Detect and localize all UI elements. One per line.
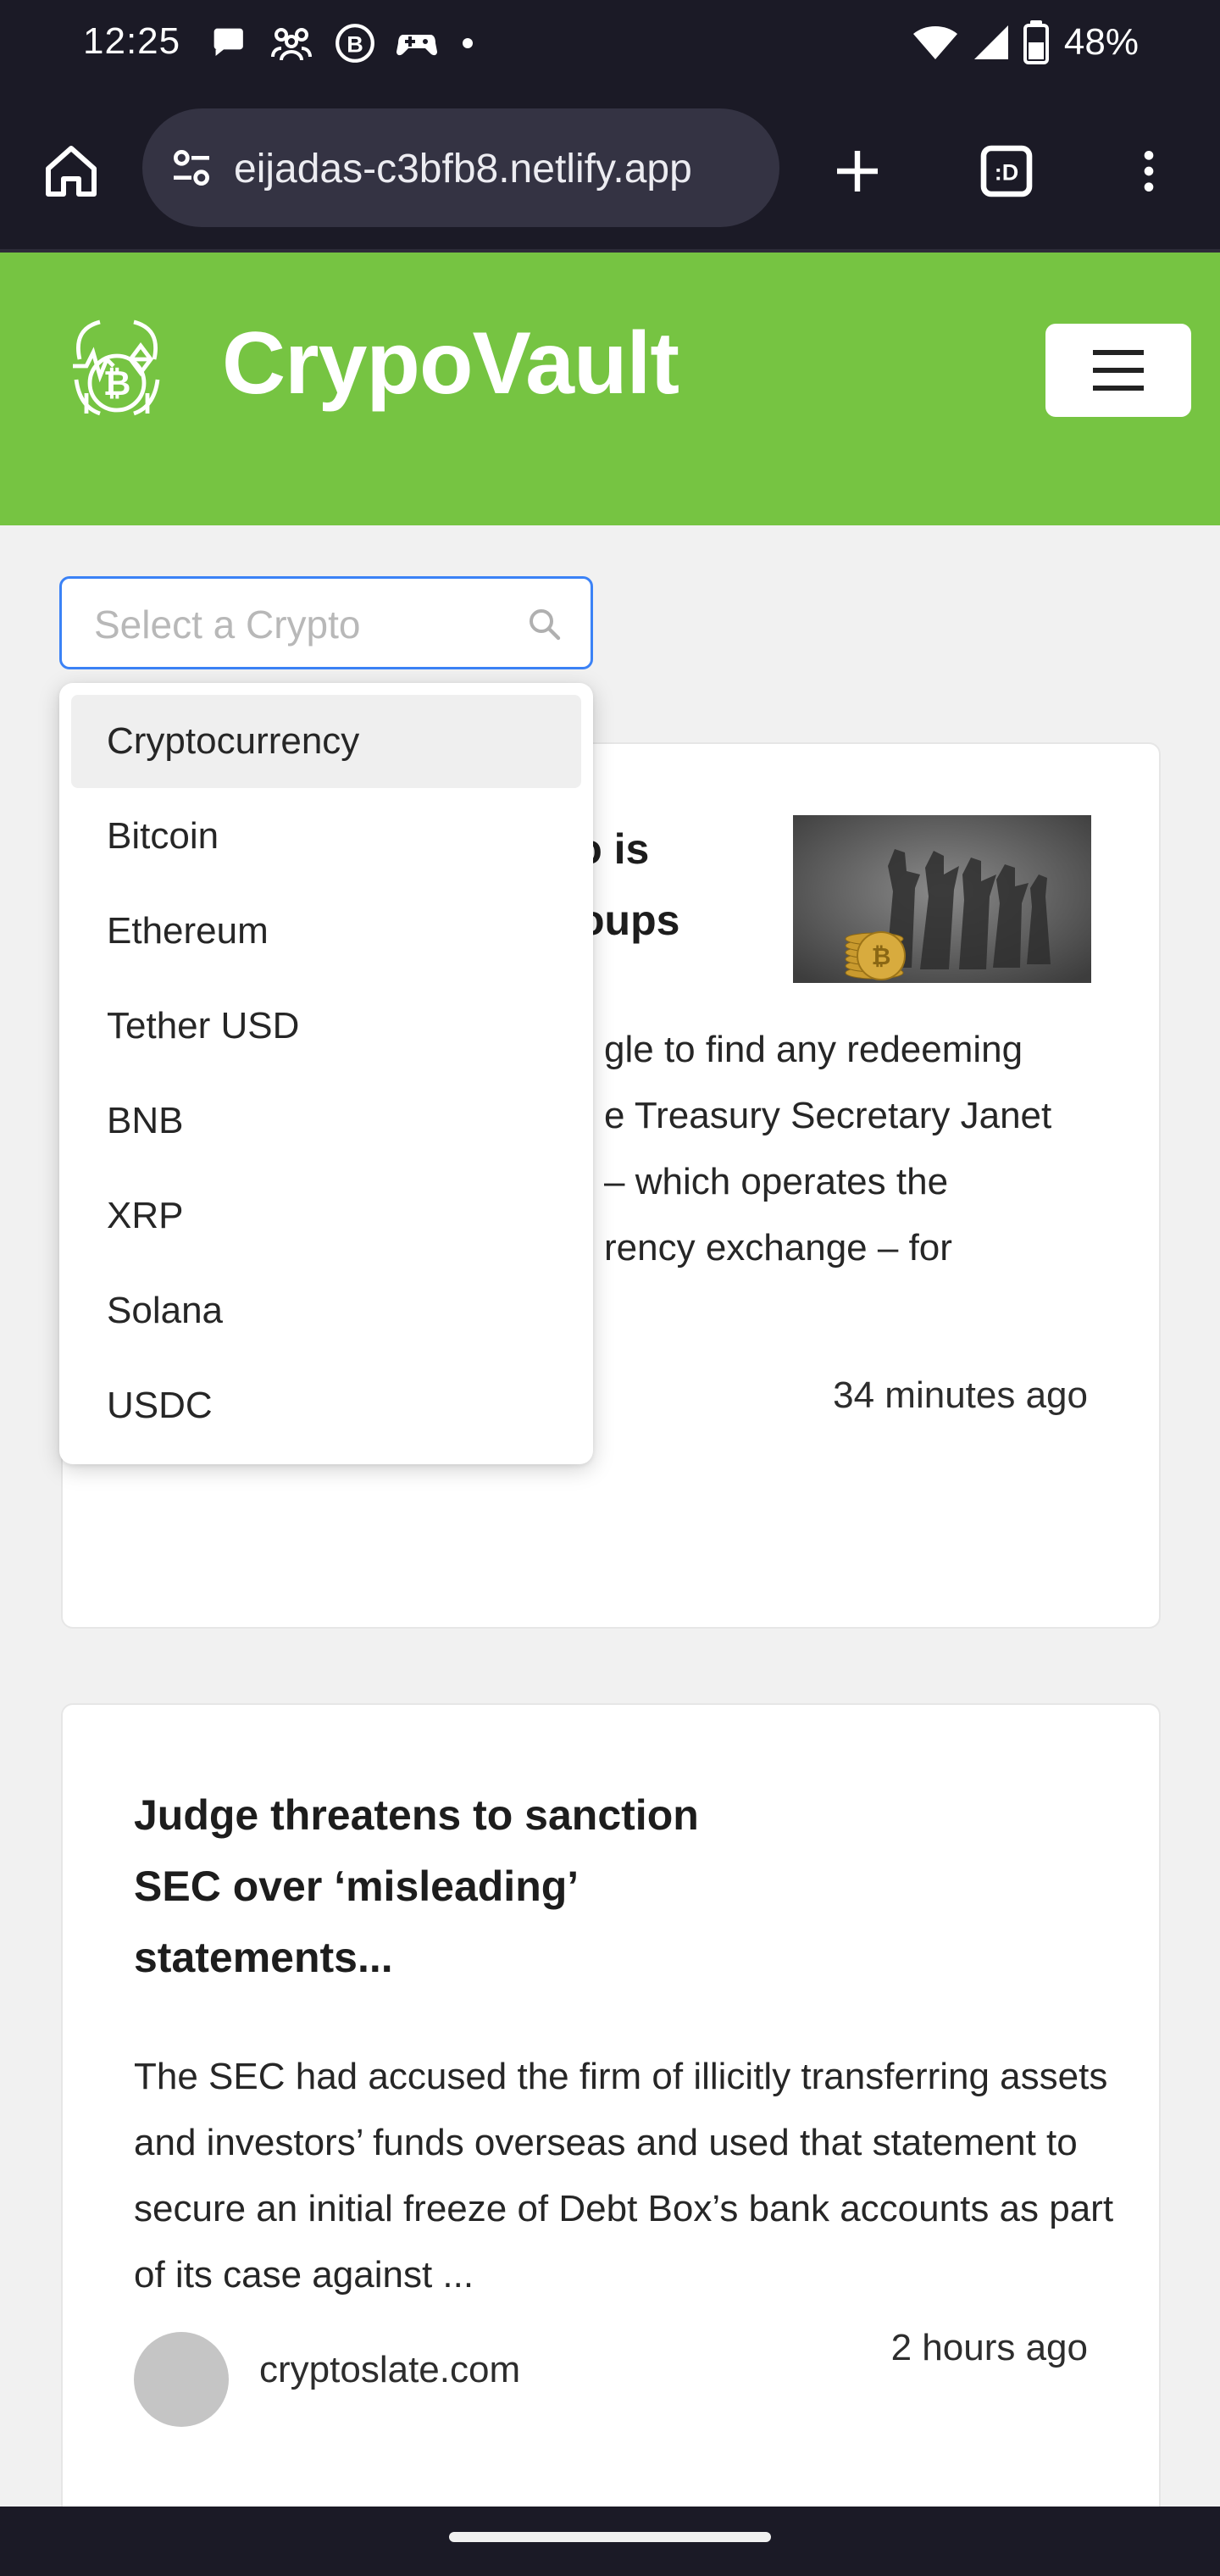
dropdown-item-bitcoin[interactable]: Bitcoin (71, 790, 581, 883)
wifi-icon (912, 26, 957, 59)
tabs-icon: :D (980, 145, 1033, 197)
game-controller-icon (396, 35, 437, 56)
news-card[interactable]: Judge threatens to sanction SEC over ‘mi… (61, 1703, 1161, 2576)
tab-switcher-button[interactable]: :D (966, 130, 1047, 212)
article-time: 2 hours ago (890, 2327, 1088, 2368)
article-excerpt: The SEC had accused the firm of illicitl… (134, 2056, 1114, 2296)
article-thumbnail[interactable]: ₿ (793, 815, 1091, 983)
article-time: 34 minutes ago (833, 1374, 1088, 1416)
tab-count-label: :D (995, 160, 1019, 186)
people-group-icon (271, 28, 312, 61)
home-button[interactable] (30, 130, 112, 212)
source-name[interactable]: cryptoslate.com (259, 2349, 520, 2391)
new-tab-button[interactable] (817, 130, 898, 212)
crypto-select[interactable] (59, 576, 593, 669)
svg-text:B: B (347, 31, 363, 57)
signal-icon (973, 25, 1008, 59)
status-time: 12:25 (83, 20, 181, 62)
dropdown-item-xrp[interactable]: XRP (71, 1169, 581, 1263)
notification-icons: B (208, 22, 478, 64)
dropdown-item-ethereum[interactable]: Ethereum (71, 885, 581, 978)
svg-text:₿: ₿ (872, 943, 891, 969)
site-settings-button[interactable] (164, 141, 219, 195)
dot-icon (463, 38, 473, 48)
gesture-handle[interactable] (449, 2532, 771, 2542)
crypto-search-input[interactable] (94, 601, 501, 648)
bold-b-icon: B (336, 24, 374, 63)
crypto-dropdown: Cryptocurrency Bitcoin Ethereum Tether U… (59, 683, 593, 1464)
dropdown-item-usdc[interactable]: USDC (71, 1359, 581, 1452)
tune-icon (174, 150, 210, 186)
hamburger-icon (1093, 350, 1144, 391)
battery-icon (1023, 20, 1049, 64)
site-header: ₿ CrypoVault (0, 253, 1220, 525)
dropdown-item-tether-usd[interactable]: Tether USD (71, 980, 581, 1073)
system-icons: 48% (912, 19, 1139, 66)
battery-percent: 48% (1063, 21, 1139, 63)
svg-text:₿: ₿ (103, 365, 131, 402)
brand-name[interactable]: CrypoVault (222, 314, 679, 414)
address-bar[interactable]: eijadas-c3bfb8.netlify.app (142, 108, 779, 227)
dropdown-item-bnb[interactable]: BNB (71, 1074, 581, 1168)
home-icon (46, 146, 97, 197)
url-text[interactable]: eijadas-c3bfb8.netlify.app (234, 146, 759, 192)
plus-icon (837, 151, 878, 192)
source-avatar (134, 2332, 229, 2427)
status-bar: 12:25 B 48% (0, 0, 1220, 92)
dropdown-item-cryptocurrency[interactable]: Cryptocurrency (71, 695, 581, 788)
search-icon (530, 609, 561, 641)
dropdown-item-solana[interactable]: Solana (71, 1264, 581, 1357)
gesture-nav-area (0, 2507, 1220, 2576)
nav-toggle-button[interactable] (1045, 324, 1191, 417)
brand-logo-icon[interactable]: ₿ (56, 308, 178, 430)
article-title[interactable]: Judge threatens to sanction SEC over ‘mi… (134, 1779, 778, 1993)
chat-bubble-icon (214, 28, 243, 56)
browser-toolbar: eijadas-c3bfb8.netlify.app :D (0, 92, 1220, 251)
browser-menu-button[interactable] (1108, 130, 1190, 212)
more-vert-icon (1144, 151, 1154, 192)
